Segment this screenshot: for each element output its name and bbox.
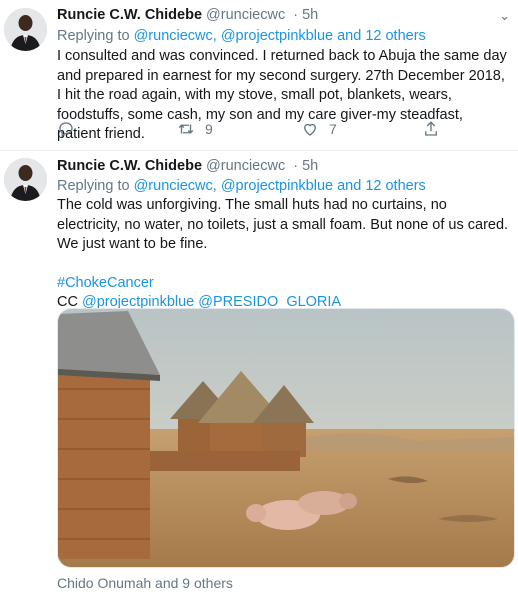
share-icon bbox=[425, 121, 437, 136]
tweet[interactable]: Runcie C.W. Chidebe @runciecwc · 5h Reply… bbox=[0, 151, 518, 597]
photo-scene bbox=[58, 309, 514, 567]
author-row: Runcie C.W. Chidebe @runciecwc · 5h bbox=[57, 7, 318, 23]
replying-to-label: Replying to bbox=[57, 178, 130, 194]
replying-to-links[interactable]: @runciecwc, @projectpinkblue and 12 othe… bbox=[134, 178, 426, 194]
retweet-count: 9 bbox=[205, 121, 213, 137]
avatar[interactable] bbox=[4, 158, 47, 201]
timestamp[interactable]: · 5h bbox=[293, 158, 318, 174]
replying-to-links[interactable]: @runciecwc, @projectpinkblue and 12 othe… bbox=[134, 28, 426, 44]
tweet-body: The cold was unforgiving. The small huts… bbox=[57, 197, 509, 252]
like-button[interactable]: 7 bbox=[301, 120, 337, 138]
replying-to: Replying to @runciecwc, @projectpinkblue… bbox=[57, 28, 426, 44]
share-button[interactable] bbox=[422, 120, 440, 138]
chevron-down-icon[interactable]: ⌄ bbox=[499, 8, 510, 24]
likers-summary[interactable]: Chido Onumah and 9 others bbox=[57, 575, 233, 591]
author-name[interactable]: Runcie C.W. Chidebe bbox=[57, 7, 202, 23]
replying-to: Replying to @runciecwc, @projectpinkblue… bbox=[57, 178, 426, 194]
timestamp[interactable]: · 5h bbox=[293, 7, 318, 23]
like-icon bbox=[304, 123, 316, 136]
reply-button[interactable] bbox=[57, 120, 75, 138]
retweet-button[interactable]: 9 bbox=[177, 120, 213, 138]
hashtag-link[interactable]: #ChokeCancer bbox=[57, 275, 154, 291]
author-row: Runcie C.W. Chidebe @runciecwc · 5h bbox=[57, 158, 318, 174]
reply-icon bbox=[59, 122, 73, 138]
tweet-actions: 9 7 bbox=[57, 120, 457, 142]
author-handle[interactable]: @runciecwc bbox=[206, 7, 285, 23]
like-count: 7 bbox=[329, 121, 337, 137]
tweet[interactable]: Runcie C.W. Chidebe @runciecwc · 5h ⌄ Rep… bbox=[0, 0, 518, 151]
replying-to-label: Replying to bbox=[57, 28, 130, 44]
avatar[interactable] bbox=[4, 8, 47, 51]
author-handle[interactable]: @runciecwc bbox=[206, 158, 285, 174]
author-name[interactable]: Runcie C.W. Chidebe bbox=[57, 158, 202, 174]
tweet-text: The cold was unforgiving. The small huts… bbox=[57, 196, 509, 313]
retweet-icon bbox=[178, 124, 194, 134]
tweet-photo[interactable] bbox=[57, 308, 515, 568]
